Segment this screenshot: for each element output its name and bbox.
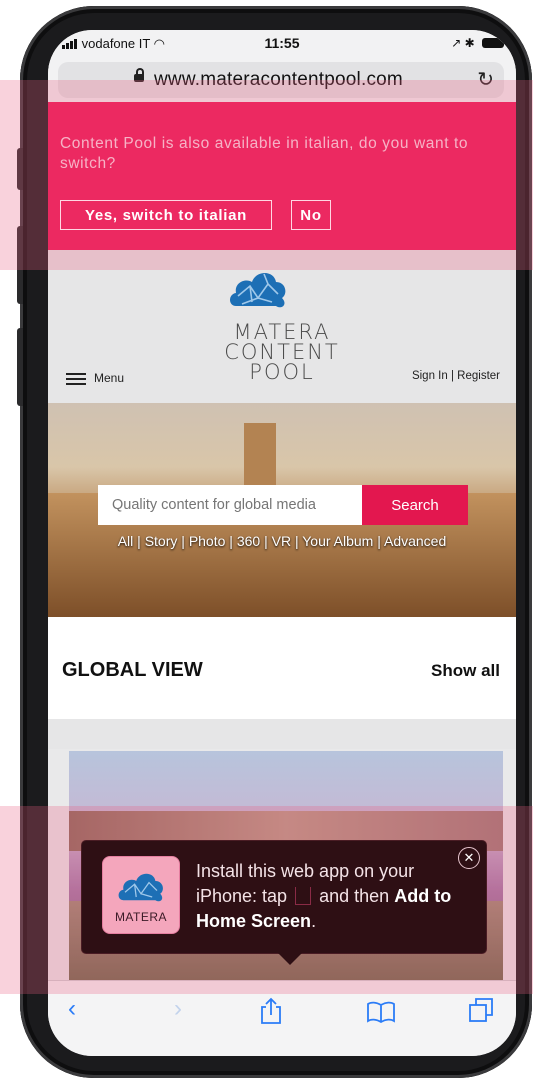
register-link[interactable]: Register (457, 370, 500, 382)
forward-icon[interactable]: › (174, 995, 182, 1023)
filter-sep: | (373, 533, 384, 549)
install-web-app-popup: MATERA Install this web app on your iPho… (82, 841, 486, 965)
filter-sep: | (291, 533, 303, 549)
url-field[interactable]: www.materacontentpool.com ↻ (58, 62, 504, 98)
filter-advanced[interactable]: Advanced (384, 533, 446, 549)
filter-your-album[interactable]: Your Album (302, 533, 373, 549)
volume-up-button (17, 226, 23, 304)
section-title: GLOBAL VIEW (62, 659, 203, 681)
filter-all[interactable]: All (118, 533, 134, 549)
safari-toolbar: ‹ › (48, 980, 516, 1056)
filter-sep: | (260, 533, 272, 549)
cloud-logo-icon (118, 873, 163, 902)
cloud-logo-icon[interactable] (228, 264, 288, 310)
filter-360[interactable]: 360 (237, 533, 260, 549)
switch-to-italian-button[interactable]: Yes, switch to italian (60, 200, 272, 230)
filter-sep: | (133, 533, 145, 549)
logo-line-1: MATERA (233, 320, 331, 344)
reload-icon[interactable]: ↻ (477, 67, 494, 92)
battery-icon (482, 38, 504, 48)
menu-label: Menu (94, 371, 125, 386)
install-instructions: Install this web app on your iPhone: tap… (196, 859, 466, 934)
app-icon-label: MATERA (114, 910, 168, 924)
location-icon: ↗ (451, 36, 462, 50)
share-icon (295, 887, 312, 905)
account-links: Sign In | Register (412, 370, 500, 382)
safari-address-bar: www.materacontentpool.com ↻ (48, 56, 516, 102)
share-icon[interactable] (260, 997, 282, 1025)
search-button[interactable]: Search (362, 485, 468, 525)
sign-in-link[interactable]: Sign In (412, 370, 448, 382)
logo-line-2: CONTENT (224, 340, 340, 364)
search-input[interactable] (98, 485, 362, 525)
decline-switch-button[interactable]: No (291, 200, 331, 230)
lock-icon (134, 68, 144, 82)
global-view-section: GLOBAL VIEW Show all (48, 617, 516, 719)
filter-photo[interactable]: Photo (189, 533, 226, 549)
hamburger-icon (66, 370, 86, 388)
clock: 11:55 (264, 35, 300, 51)
back-icon[interactable]: ‹ (68, 995, 76, 1023)
filter-story[interactable]: Story (145, 533, 178, 549)
close-icon[interactable]: ✕ (458, 847, 480, 869)
show-all-link[interactable]: Show all (431, 661, 500, 681)
status-bar: vodafone IT ◠ 11:55 ↗ ✱ (48, 30, 516, 56)
silent-switch (17, 148, 23, 190)
install-text-end: . (311, 911, 317, 931)
filter-vr[interactable]: VR (272, 533, 291, 549)
status-icons: ↗ ✱ (451, 36, 504, 50)
section-gap (48, 719, 516, 749)
volume-down-button (17, 328, 23, 406)
account-separator: | (450, 370, 454, 382)
filter-sep: | (177, 533, 189, 549)
filter-sep: | (225, 533, 237, 549)
install-text-2: and then (319, 886, 390, 906)
url-text: www.materacontentpool.com (154, 69, 403, 90)
bluetooth-icon: ✱ (464, 36, 475, 50)
menu-button[interactable]: Menu (66, 370, 124, 388)
language-message: Content Pool is also available in italia… (60, 135, 469, 172)
hero-image: Search All | Story | Photo | 360 | VR | … (48, 403, 516, 617)
tabs-icon[interactable] (468, 997, 494, 1023)
search-filters: All | Story | Photo | 360 | VR | Your Al… (48, 533, 516, 549)
site-header: MATERA CONTENT POOL Menu Sign In | Regis… (48, 250, 516, 403)
bookmarks-icon[interactable] (366, 1001, 396, 1023)
app-icon: MATERA (102, 856, 180, 934)
